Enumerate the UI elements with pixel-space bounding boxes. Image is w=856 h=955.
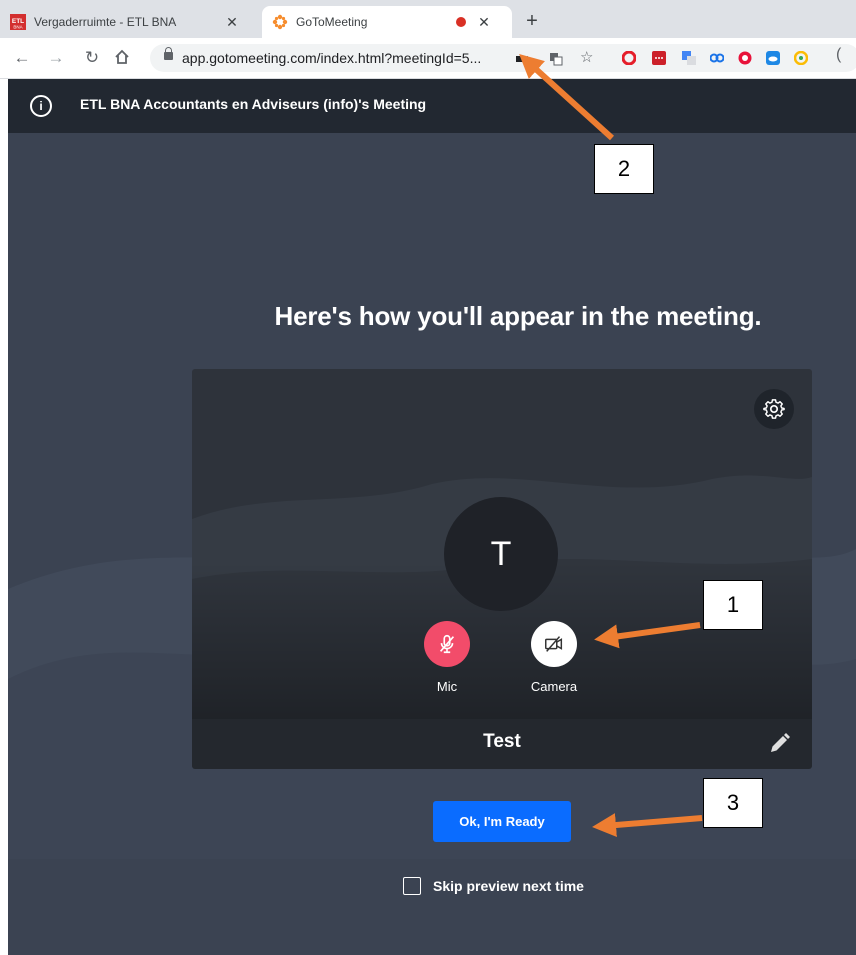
pencil-icon[interactable] — [766, 731, 792, 757]
avatar: T — [444, 497, 558, 611]
gear-icon — [763, 399, 785, 419]
recording-icon — [456, 17, 466, 27]
mic-muted-icon — [439, 634, 455, 654]
display-name: Test — [483, 731, 521, 752]
translate-icon[interactable] — [549, 52, 563, 66]
more-icon[interactable]: ( — [836, 46, 850, 63]
camera-in-use-icon[interactable] — [515, 52, 529, 66]
tab-vergaderruimte[interactable]: ETL BNA Vergaderruimte - ETL BNA ✕ — [0, 6, 260, 38]
gotomeeting-favicon-icon — [272, 14, 288, 30]
bookmark-star-icon[interactable]: ☆ — [580, 48, 594, 66]
reload-icon[interactable]: ↻ — [82, 48, 102, 68]
cloud-icon[interactable] — [766, 51, 780, 65]
svg-text:BNA: BNA — [13, 25, 22, 30]
mic-label: Mic — [436, 679, 458, 694]
tab-gotomeeting[interactable]: GoToMeeting ✕ — [262, 6, 512, 38]
callout-2: 2 — [594, 144, 654, 194]
info-icon[interactable]: i — [30, 95, 52, 117]
camera-off-icon — [545, 636, 563, 652]
back-arrow-icon[interactable]: ← — [12, 48, 32, 68]
meeting-header: i ETL BNA Accountants en Adviseurs (info… — [8, 79, 856, 133]
lock-icon — [164, 47, 173, 60]
new-tab-button[interactable]: + — [520, 10, 544, 33]
callout-1: 1 — [703, 580, 763, 630]
forward-arrow-icon[interactable]: → — [46, 48, 66, 68]
url-text: app.gotomeeting.com/index.html?meetingId… — [182, 50, 482, 66]
meeting-title: ETL BNA Accountants en Adviseurs (info)'… — [80, 96, 427, 112]
close-icon[interactable]: ✕ — [474, 14, 494, 31]
skip-preview-label: Skip preview next time — [433, 878, 584, 894]
camera-toggle-button[interactable] — [531, 621, 577, 667]
tab-title: Vergaderruimte - ETL BNA — [34, 15, 177, 29]
display-name-bar: Test — [192, 719, 812, 769]
skip-preview-option[interactable]: Skip preview next time — [403, 877, 584, 895]
ready-button[interactable]: Ok, I'm Ready — [433, 801, 571, 842]
callout-3: 3 — [703, 778, 763, 828]
opera-icon[interactable] — [622, 51, 636, 65]
lastpass-icon[interactable] — [652, 51, 666, 65]
browser-tab-strip: ETL BNA Vergaderruimte - ETL BNA ✕ GoToM… — [0, 0, 856, 38]
google-translate-icon[interactable] — [682, 51, 696, 65]
preview-headline: Here's how you'll appear in the meeting. — [274, 301, 762, 331]
mic-toggle-button[interactable] — [424, 621, 470, 667]
block-icon[interactable] — [738, 51, 752, 65]
extension-icon[interactable] — [710, 51, 724, 65]
home-icon[interactable] — [112, 48, 132, 68]
browser-toolbar: ← → ↻ app.gotomeeting.com/index.html?mee… — [0, 38, 856, 79]
color-picker-icon[interactable] — [794, 51, 808, 65]
video-preview: T Mic Camera — [192, 369, 812, 719]
skip-preview-checkbox[interactable] — [403, 877, 421, 895]
tab-title: GoToMeeting — [296, 15, 368, 29]
close-icon[interactable]: ✕ — [222, 14, 242, 31]
camera-label: Camera — [530, 679, 578, 694]
etl-favicon-icon: ETL BNA — [10, 14, 26, 30]
settings-button[interactable] — [754, 389, 794, 429]
